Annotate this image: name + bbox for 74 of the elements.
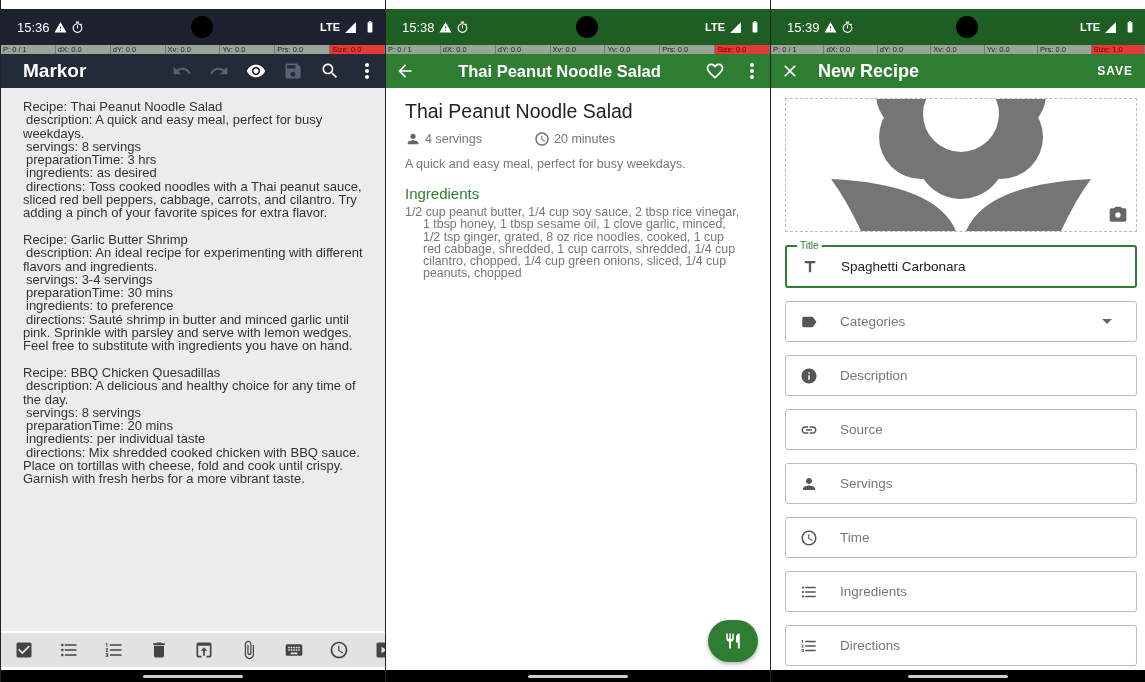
source-field[interactable]: Source xyxy=(785,409,1137,450)
signal-icon xyxy=(344,20,357,34)
document-line: preparationTime: 20 mins xyxy=(25,419,174,433)
document-line: description: An ideal recipe for experimenting with different flavors and ingredients. xyxy=(23,246,364,273)
document-line: preparationTime: 3 hrs xyxy=(25,153,158,167)
document-line: ingredients: as desired xyxy=(25,166,158,180)
warning-icon xyxy=(53,20,67,34)
signal-icon xyxy=(729,20,742,34)
battery-icon xyxy=(752,20,758,34)
document-line: description: A quick and easy meal, perfect for busy weekdays. xyxy=(23,113,324,140)
more-icon xyxy=(749,63,754,79)
more-icon xyxy=(364,63,369,79)
document-line: Recipe: BBQ Chicken Quesadillas xyxy=(23,365,222,380)
status-time: 15:36 xyxy=(17,19,50,35)
categories-field[interactable]: Categories xyxy=(785,301,1137,342)
document-line: Recipe: Thai Peanut Noodle Salad xyxy=(23,100,224,114)
signal-icon xyxy=(1104,20,1117,34)
screen-title: New Recipe xyxy=(817,60,920,82)
ingredients-text: 1/2 cup peanut butter, 1/4 cup soy sauce, 2 tbsp rice vinegar, 1 tbsp honey, 1 tbsp sesame oil, 1 clove garlic, minced, 1/2 tsp ginger, grated, 8 oz rice noodles, cooked, 1 cup red cabbage, shredded, 1 cup carrots, shredded, 1/4 cup cilantro, chopped, 1/4 cup green onions, sliced, 1/4 cup peanuts, chopped xyxy=(405,206,741,280)
image-placeholder[interactable] xyxy=(785,98,1137,232)
document-line: servings: 8 servings xyxy=(25,405,142,420)
dropdown-caret-icon xyxy=(1102,319,1112,324)
warning-icon xyxy=(438,20,452,34)
document-line: directions: Mix shredded cooked chicken with BBQ sauce. Place on tortillas with cheese, fold and cook until crispy. Garnish with fresh herbs for a more vibrant taste. xyxy=(23,445,361,486)
camera-cutout xyxy=(575,16,598,38)
clock-icon xyxy=(534,131,550,147)
description-field[interactable]: Description xyxy=(785,355,1137,396)
directions-field[interactable]: Directions xyxy=(785,625,1137,666)
clock-icon xyxy=(800,528,818,547)
text-editor[interactable] xyxy=(1,88,385,631)
stopwatch-icon xyxy=(840,20,854,34)
recipe-title: Thai Peanut Noodle Salad xyxy=(405,100,634,123)
status-time: 15:39 xyxy=(787,19,820,35)
time-field[interactable]: Time xyxy=(785,517,1137,558)
home-handle[interactable] xyxy=(528,674,628,678)
person-icon xyxy=(405,131,421,147)
camera-cutout xyxy=(955,16,978,38)
network-label: LTE xyxy=(1080,21,1100,33)
battery-icon xyxy=(1127,20,1133,34)
heart-icon xyxy=(704,61,725,81)
recipe-description: A quick and easy meal, perfect for busy weekdays. xyxy=(405,157,687,171)
ingredients-field[interactable]: Ingredients xyxy=(785,571,1137,612)
status-time: 15:38 xyxy=(402,19,435,35)
network-label: LTE xyxy=(705,21,725,33)
camera-cutout xyxy=(190,16,213,38)
screen-title: Thai Peanut Noodle Salad xyxy=(457,61,662,81)
document-line: preparationTime: 30 mins xyxy=(25,286,174,300)
warning-icon xyxy=(823,20,837,34)
info-icon xyxy=(800,366,818,385)
save-button[interactable]: SAVE xyxy=(1085,54,1145,88)
home-handle[interactable] xyxy=(143,674,243,678)
numbered-list-icon xyxy=(103,640,124,660)
stopwatch-icon xyxy=(70,20,84,34)
clock-icon xyxy=(328,640,349,660)
document-line: description: A delicious and healthy choice for any time of the day. xyxy=(23,379,357,406)
document-line: servings: 8 servings xyxy=(26,139,142,154)
document-line: Recipe: Garlic Butter Shrimp xyxy=(23,232,189,247)
document-line: directions: Toss cooked noodles with a Thai peanut sauce, sliced red bell peppers, cabbage, carrots, and cilantro. Try adding a pinch of your favorite spices for extra flavor. xyxy=(23,179,363,220)
cook-button[interactable] xyxy=(708,620,758,662)
stopwatch-icon xyxy=(455,20,469,34)
time-text: 20 minutes xyxy=(554,132,616,146)
field-label: Title xyxy=(797,240,822,252)
document-line: directions: Sauté shrimp in butter and minced garlic until pink. Sprinkle with parsley and serve with lemon wedges. Feel free to substitute with ingredients you have on hand. xyxy=(23,312,354,353)
servings-text: 4 servings xyxy=(425,132,483,146)
servings-field[interactable]: Servings xyxy=(785,463,1137,504)
app-title: Markor xyxy=(22,60,87,82)
network-label: LTE xyxy=(320,21,340,33)
document-line: ingredients: to preference xyxy=(25,299,175,313)
battery-icon xyxy=(367,20,373,34)
camera-icon[interactable] xyxy=(1108,205,1128,225)
section-heading: Ingredients xyxy=(405,185,481,202)
fork-knife-icon xyxy=(724,632,742,650)
home-handle[interactable] xyxy=(908,674,1008,678)
document-line: ingredients: per individual taste xyxy=(25,432,207,446)
